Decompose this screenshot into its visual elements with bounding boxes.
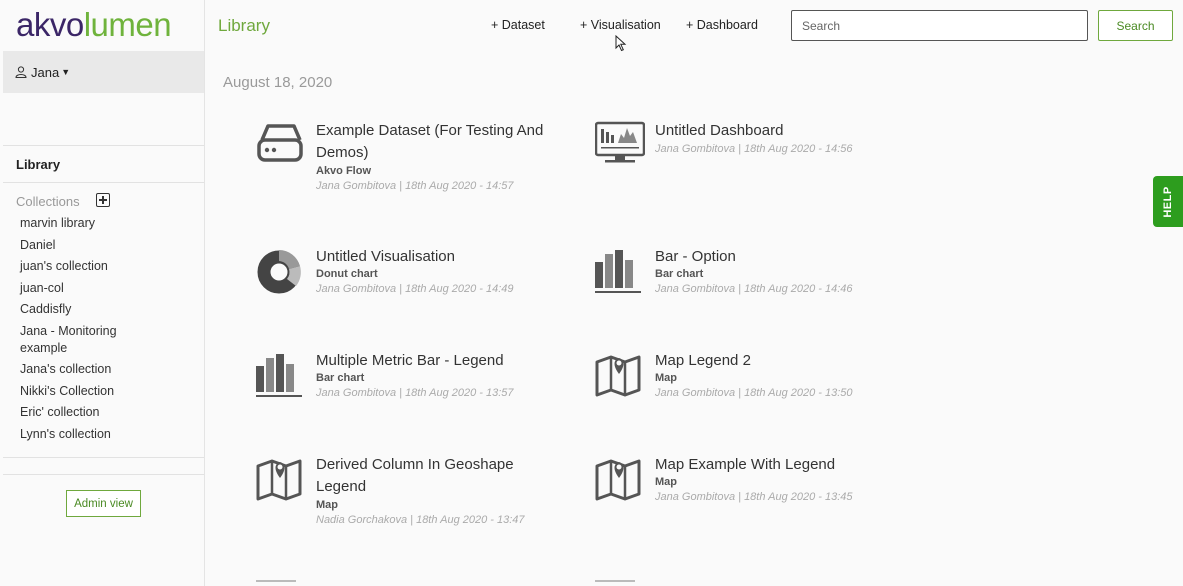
collection-item[interactable]: Jana - Monitoring example	[20, 323, 135, 357]
item-name: Bar - Option	[655, 248, 736, 265]
item-meta: Jana Gombitova | 18th Aug 2020 - 13:57	[316, 387, 514, 399]
search-button[interactable]: Search	[1098, 10, 1173, 41]
divider	[3, 182, 204, 183]
item-type: Akvo Flow	[316, 165, 372, 177]
divider	[3, 457, 204, 458]
collection-item[interactable]: Jana's collection	[20, 361, 190, 378]
divider	[3, 474, 204, 475]
item-type: Map	[316, 499, 338, 511]
item-type: Map	[655, 372, 677, 384]
donut-chart-icon	[257, 250, 301, 294]
collection-item[interactable]: Caddisfly	[20, 301, 190, 318]
add-collection-icon[interactable]	[96, 193, 110, 207]
caret-down-icon: ▼	[61, 67, 71, 77]
item-type: Bar chart	[655, 268, 704, 280]
collections-list: marvin library Daniel juan's collection …	[20, 215, 190, 447]
collection-item[interactable]: juan's collection	[20, 258, 190, 275]
help-tab[interactable]: HELP	[1153, 176, 1183, 227]
search-input[interactable]	[791, 10, 1088, 41]
bar-chart-icon	[595, 250, 641, 293]
map-icon	[595, 459, 641, 501]
library-item-partial	[595, 580, 635, 586]
collection-item[interactable]: Daniel	[20, 237, 190, 254]
item-meta: Jana Gombitova | 18th Aug 2020 - 13:50	[655, 387, 853, 399]
map-icon	[595, 355, 641, 397]
item-meta: Jana Gombitova | 18th Aug 2020 - 14:46	[655, 283, 853, 295]
add-dataset-link[interactable]: + Dataset	[491, 18, 545, 32]
user-icon	[15, 66, 27, 78]
collection-item[interactable]: Nikki's Collection	[20, 383, 190, 400]
item-type: Bar chart	[316, 372, 365, 384]
add-dashboard-link[interactable]: + Dashboard	[686, 18, 758, 32]
map-icon	[256, 459, 302, 501]
add-visualisation-link[interactable]: + Visualisation	[580, 18, 661, 32]
mouse-cursor-icon	[615, 35, 627, 52]
collection-item[interactable]: marvin library	[20, 215, 190, 232]
item-meta: Jana Gombitova | 18th Aug 2020 - 14:56	[655, 143, 853, 155]
admin-view-button[interactable]: Admin view	[66, 490, 141, 517]
bar-chart-icon	[256, 354, 302, 397]
item-type: Donut chart	[316, 268, 378, 280]
item-name: Derived Column In Geoshape Legend	[316, 456, 514, 495]
library-item-partial	[256, 580, 296, 586]
dataset-icon	[257, 124, 303, 162]
collection-item[interactable]: juan-col	[20, 280, 190, 297]
collection-item[interactable]: Eric' collection	[20, 404, 190, 421]
sidebar-library-link[interactable]: Library	[16, 157, 60, 172]
date-group-heading: August 18, 2020	[223, 74, 333, 91]
item-name: Map Legend 2	[655, 352, 751, 369]
item-name: Untitled Dashboard	[655, 122, 784, 139]
collections-heading: Collections	[16, 194, 80, 209]
item-name: Multiple Metric Bar - Legend	[316, 352, 504, 369]
item-meta: Nadia Gorchakova | 18th Aug 2020 - 13:47	[316, 514, 525, 526]
user-menu[interactable]: Jana ▼	[3, 51, 204, 93]
item-meta: Jana Gombitova | 18th Aug 2020 - 14:49	[316, 283, 514, 295]
sidebar: akvolumen Jana ▼ Library Collections mar…	[0, 0, 205, 586]
user-name: Jana	[31, 64, 60, 80]
item-meta: Jana Gombitova | 18th Aug 2020 - 14:57	[316, 180, 514, 192]
dashboard-icon	[595, 121, 645, 163]
item-name: Example Dataset (For Testing And Demos)	[316, 122, 544, 161]
app: akvolumen Jana ▼ Library Collections mar…	[0, 0, 1183, 586]
logo[interactable]: akvolumen	[16, 6, 172, 44]
collection-item[interactable]: Lynn's collection	[20, 426, 190, 443]
item-name: Untitled Visualisation	[316, 248, 455, 265]
item-meta: Jana Gombitova | 18th Aug 2020 - 13:45	[655, 491, 853, 503]
help-label: HELP	[1162, 185, 1174, 218]
page-title: Library	[218, 16, 270, 35]
divider	[3, 145, 204, 146]
item-type: Map	[655, 476, 677, 488]
item-name: Map Example With Legend	[655, 456, 836, 473]
